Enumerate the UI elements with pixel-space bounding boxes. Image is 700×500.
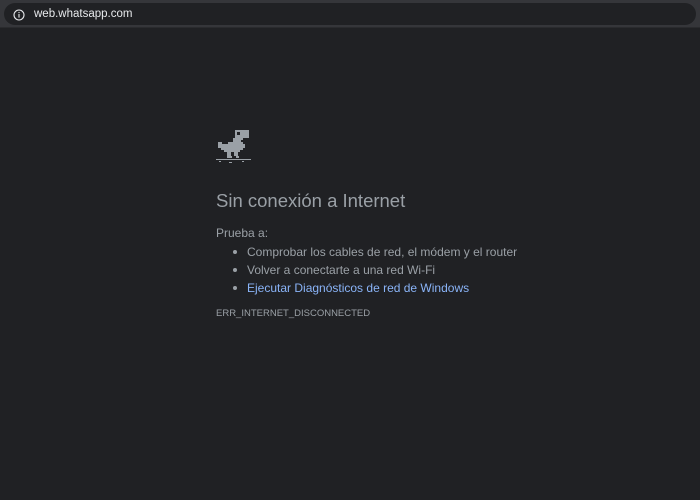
try-label: Prueba a: [216, 226, 269, 240]
error-page: Sin conexión a Internet Prueba a: Compro… [0, 28, 700, 500]
network-diagnostics-link[interactable]: Ejecutar Diagnósticos de red de Windows [247, 281, 469, 295]
url-field[interactable]: web.whatsapp.com [4, 3, 696, 25]
suggestion-text: Comprobar los cables de red, el módem y … [247, 245, 518, 259]
suggestion-run-diagnostics: Ejecutar Diagnósticos de red de Windows [233, 279, 517, 297]
page-title: Sin conexión a Internet [216, 190, 406, 211]
suggestion-check-cables: Comprobar los cables de red, el módem y … [233, 243, 518, 261]
address-bar: web.whatsapp.com [0, 0, 700, 28]
bullet-icon [233, 268, 237, 272]
bullet-icon [233, 250, 237, 254]
offline-dinosaur-icon[interactable] [215, 128, 251, 164]
error-code: ERR_INTERNET_DISCONNECTED [216, 308, 371, 319]
suggestion-reconnect-wifi: Volver a conectarte a una red Wi-Fi [233, 261, 517, 279]
url-text[interactable]: web.whatsapp.com [34, 7, 132, 21]
info-icon[interactable] [13, 8, 25, 21]
suggestions-list: Comprobar los cables de red, el módem y … [233, 243, 518, 297]
suggestion-text: Volver a conectarte a una red Wi-Fi [247, 263, 436, 277]
bullet-icon [233, 286, 237, 290]
